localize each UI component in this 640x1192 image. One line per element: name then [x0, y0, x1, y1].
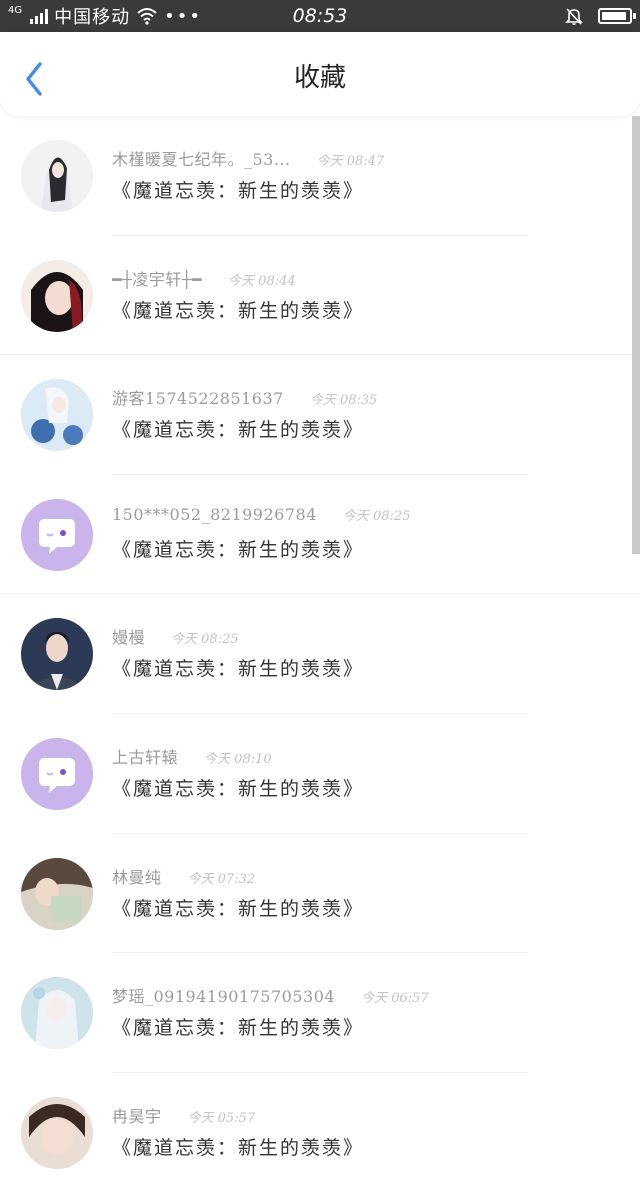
- user-name: 游客1574522851637: [112, 389, 284, 409]
- favorite-item[interactable]: 上古轩辕 今天 08:10 《魔道忘羡：新生的羡羡》: [0, 714, 640, 834]
- wifi-icon: [137, 8, 157, 25]
- favorites-list: 木槿暖夏七纪年。_53... 今天 08:47 《魔道忘羡：新生的羡羡》 ━┼凌…: [0, 116, 640, 1192]
- default-avatar: [21, 498, 93, 571]
- timestamp: 今天 08:47: [316, 154, 385, 169]
- favorite-item[interactable]: 冉昊宇 今天 05:57 《魔道忘羡：新生的羡羡》: [0, 1073, 640, 1192]
- scrollbar[interactable]: [632, 116, 640, 554]
- default-avatar: [21, 737, 93, 810]
- avatar: [21, 618, 93, 691]
- user-name: 150***052_8219926784: [112, 504, 317, 524]
- avatar: [21, 1096, 93, 1169]
- timestamp: 今天 08:10: [204, 751, 272, 767]
- book-title: 《魔道忘羡：新生的羡羡》: [112, 419, 365, 442]
- book-title: 《魔道忘羡：新生的羡羡》: [112, 538, 365, 561]
- favorite-item[interactable]: 150***052_8219926784 今天 08:25 《魔道忘羡：新生的羡…: [0, 475, 640, 595]
- favorite-item[interactable]: 梦瑶_09194190175705304 今天 06:57 《魔道忘羡：新生的羡…: [0, 953, 640, 1073]
- status-bar: 4G 中国移动 ••• 08:53: [0, 0, 640, 32]
- user-name: 冉昊宇: [112, 1106, 162, 1126]
- book-title: 《魔道忘羡：新生的羡羡》: [112, 658, 365, 681]
- favorite-item[interactable]: 木槿暖夏七纪年。_53... 今天 08:47 《魔道忘羡：新生的羡羡》: [0, 116, 640, 236]
- avatar: [21, 977, 93, 1050]
- book-title: 《魔道忘羡：新生的羡羡》: [112, 777, 365, 800]
- user-name: ━┼凌宇轩┼━: [112, 269, 203, 289]
- avatar: [21, 857, 93, 930]
- user-name: 嫚槾: [112, 628, 146, 648]
- favorite-item[interactable]: 嫚槾 今天 08:25 《魔道忘羡：新生的羡羡》: [0, 594, 640, 714]
- timestamp: 今天 08:35: [309, 393, 378, 409]
- avatar: [21, 259, 93, 332]
- bell-off-icon: [565, 8, 583, 25]
- book-title: 《魔道忘羡：新生的羡羡》: [112, 1017, 365, 1040]
- battery-icon: [598, 8, 636, 24]
- network-type: 4G: [8, 5, 23, 16]
- favorite-item[interactable]: 林曼纯 今天 07:32 《魔道忘羡：新生的羡羡》: [0, 834, 640, 954]
- book-title: 《魔道忘羡：新生的羡羡》: [112, 1136, 365, 1159]
- carrier-name: 中国移动: [54, 7, 131, 28]
- timestamp: 今天 07:32: [187, 871, 256, 887]
- favorite-item[interactable]: ━┼凌宇轩┼━ 今天 08:44 《魔道忘羡：新生的羡羡》: [0, 236, 640, 356]
- book-title: 《魔道忘羡：新生的羡羡》: [112, 180, 365, 202]
- timestamp: 今天 08:25: [171, 632, 239, 648]
- signal-icon: [30, 8, 49, 24]
- book-title: 《魔道忘羡：新生的羡羡》: [112, 299, 365, 322]
- page-title: 收藏: [293, 63, 346, 93]
- more-indicator: •••: [164, 5, 202, 27]
- timestamp: 今天 08:44: [228, 273, 296, 289]
- user-name: 木槿暖夏七纪年。_53...: [112, 150, 291, 169]
- avatar: [21, 140, 93, 212]
- user-name: 林曼纯: [112, 867, 162, 887]
- avatar: [21, 379, 93, 452]
- header-bar: 收藏: [0, 32, 640, 116]
- favorite-item[interactable]: 游客1574522851637 今天 08:35 《魔道忘羡：新生的羡羡》: [0, 355, 640, 475]
- timestamp: 今天 05:57: [187, 1110, 256, 1126]
- book-title: 《魔道忘羡：新生的羡羡》: [112, 897, 365, 920]
- user-name: 上古轩辕: [112, 747, 179, 767]
- timestamp: 今天 08:25: [342, 508, 411, 524]
- timestamp: 今天 06:57: [361, 991, 429, 1007]
- user-name: 梦瑶_09194190175705304: [112, 987, 336, 1007]
